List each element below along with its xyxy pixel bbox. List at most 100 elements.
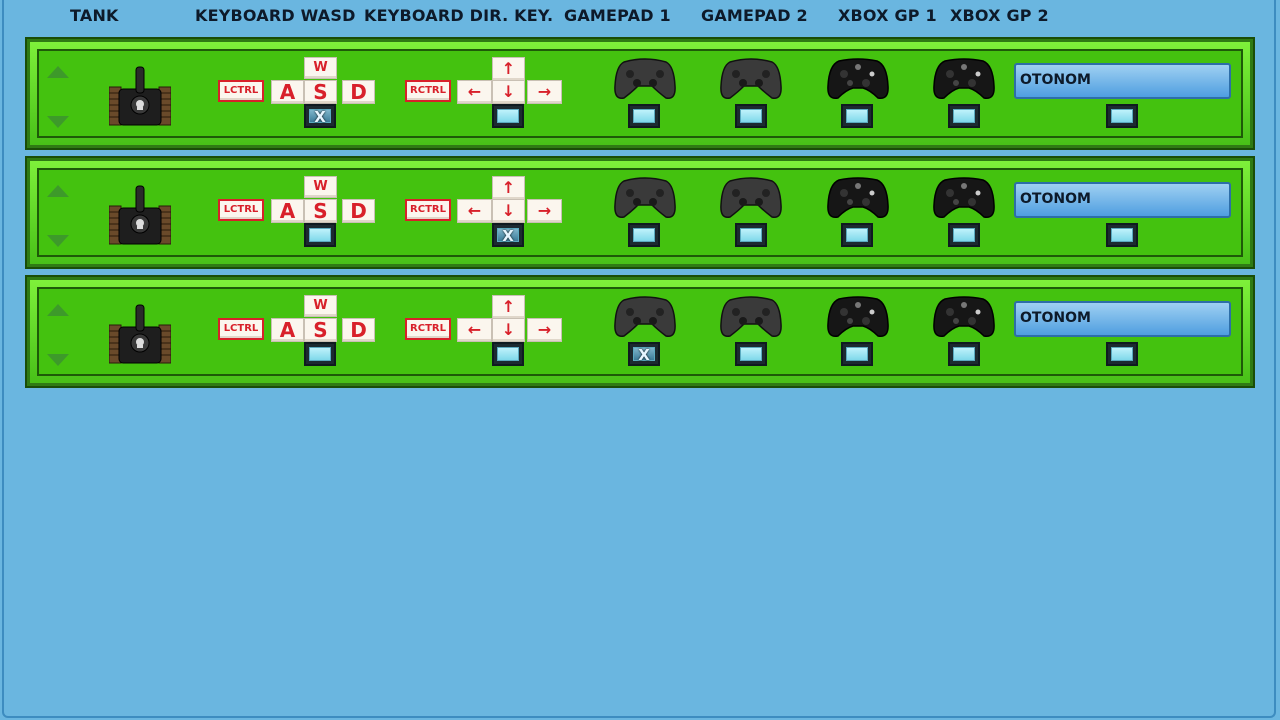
otonom-button[interactable]: OTONOM bbox=[1014, 301, 1231, 337]
gamepad-icon bbox=[720, 58, 782, 99]
triangle-down-icon[interactable] bbox=[47, 116, 69, 128]
checkbox-mark bbox=[1111, 228, 1133, 242]
checkbox-mark bbox=[953, 109, 975, 123]
checkbox-mark: X bbox=[497, 228, 519, 244]
gamepad-icon bbox=[720, 296, 782, 337]
checkbox-mark bbox=[309, 228, 331, 242]
checkbox-mark bbox=[1111, 347, 1133, 361]
w-key: W bbox=[304, 176, 337, 198]
player-row-2: LCTRL W A S D RCTRL ↑ ← ↓ → OTONOM X bbox=[25, 156, 1255, 269]
lctrl-key: LCTRL bbox=[218, 199, 264, 221]
down-arrow-key: ↓ bbox=[492, 318, 525, 342]
w-key: W bbox=[304, 295, 337, 317]
checkbox-mark bbox=[953, 228, 975, 242]
xbox-gp-2-checkbox[interactable] bbox=[948, 342, 980, 366]
gamepad-icon bbox=[614, 177, 676, 218]
wasd-checkbox[interactable]: X bbox=[304, 104, 336, 128]
xbox-controller-icon bbox=[827, 58, 889, 99]
tank-icon bbox=[109, 185, 171, 245]
header-keyboard-wasd: KEYBOARD WASD bbox=[195, 6, 356, 25]
w-key: W bbox=[304, 57, 337, 79]
triangle-up-icon[interactable] bbox=[47, 66, 69, 78]
checkbox-mark bbox=[846, 109, 868, 123]
player-row-1: LCTRL W A S D RCTRL ↑ ← ↓ → OTONOM X bbox=[25, 37, 1255, 150]
otonom-button[interactable]: OTONOM bbox=[1014, 182, 1231, 218]
a-key: A bbox=[271, 199, 304, 223]
left-arrow-key: ← bbox=[457, 80, 492, 104]
checkbox-mark bbox=[497, 347, 519, 361]
otonom-checkbox[interactable] bbox=[1106, 104, 1138, 128]
dir-keys-checkbox[interactable] bbox=[492, 342, 524, 366]
rctrl-key: RCTRL bbox=[405, 80, 451, 102]
down-arrow-key: ↓ bbox=[492, 80, 525, 104]
s-key: S bbox=[304, 318, 337, 342]
header-gamepad-2: GAMEPAD 2 bbox=[701, 6, 808, 25]
checkbox-mark bbox=[846, 228, 868, 242]
player-row-3: LCTRL W A S D RCTRL ↑ ← ↓ → OTONOM X bbox=[25, 275, 1255, 388]
xbox-gp-1-checkbox[interactable] bbox=[841, 342, 873, 366]
checkbox-mark bbox=[497, 109, 519, 123]
xbox-controller-icon bbox=[933, 58, 995, 99]
header-xbox-gp-1: XBOX GP 1 bbox=[838, 6, 937, 25]
checkbox-mark: X bbox=[309, 109, 331, 125]
checkbox-mark bbox=[953, 347, 975, 361]
wasd-checkbox[interactable] bbox=[304, 223, 336, 247]
gamepad-2-checkbox[interactable] bbox=[735, 223, 767, 247]
gamepad-1-checkbox[interactable]: X bbox=[628, 342, 660, 366]
triangle-up-icon[interactable] bbox=[47, 185, 69, 197]
d-key: D bbox=[342, 199, 375, 223]
tank-icon bbox=[109, 304, 171, 364]
dir-keys-checkbox[interactable]: X bbox=[492, 223, 524, 247]
gamepad-2-checkbox[interactable] bbox=[735, 104, 767, 128]
right-arrow-key: → bbox=[527, 80, 562, 104]
d-key: D bbox=[342, 318, 375, 342]
checkbox-mark bbox=[633, 109, 655, 123]
up-arrow-key: ↑ bbox=[492, 57, 525, 81]
rctrl-key: RCTRL bbox=[405, 318, 451, 340]
up-arrow-key: ↑ bbox=[492, 176, 525, 200]
checkbox-mark bbox=[1111, 109, 1133, 123]
triangle-up-icon[interactable] bbox=[47, 304, 69, 316]
checkbox-mark bbox=[846, 347, 868, 361]
gamepad-1-checkbox[interactable] bbox=[628, 104, 660, 128]
gamepad-icon bbox=[720, 177, 782, 218]
dir-keys-checkbox[interactable] bbox=[492, 104, 524, 128]
s-key: S bbox=[304, 199, 337, 223]
xbox-controller-icon bbox=[827, 296, 889, 337]
otonom-checkbox[interactable] bbox=[1106, 342, 1138, 366]
right-arrow-key: → bbox=[527, 199, 562, 223]
xbox-gp-2-checkbox[interactable] bbox=[948, 104, 980, 128]
triangle-down-icon[interactable] bbox=[47, 235, 69, 247]
otonom-label: OTONOM bbox=[1020, 191, 1091, 207]
checkbox-mark: X bbox=[633, 347, 655, 363]
gamepad-icon bbox=[614, 296, 676, 337]
header-tank: TANK bbox=[70, 6, 119, 25]
xbox-gp-1-checkbox[interactable] bbox=[841, 223, 873, 247]
header-keyboard-dir: KEYBOARD DIR. KEY. bbox=[364, 6, 554, 25]
otonom-button[interactable]: OTONOM bbox=[1014, 63, 1231, 99]
rctrl-key: RCTRL bbox=[405, 199, 451, 221]
right-arrow-key: → bbox=[527, 318, 562, 342]
triangle-down-icon[interactable] bbox=[47, 354, 69, 366]
xbox-gp-1-checkbox[interactable] bbox=[841, 104, 873, 128]
otonom-label: OTONOM bbox=[1020, 72, 1091, 88]
tank-icon bbox=[109, 66, 171, 126]
gamepad-2-checkbox[interactable] bbox=[735, 342, 767, 366]
xbox-controller-icon bbox=[933, 296, 995, 337]
xbox-gp-2-checkbox[interactable] bbox=[948, 223, 980, 247]
left-arrow-key: ← bbox=[457, 318, 492, 342]
d-key: D bbox=[342, 80, 375, 104]
checkbox-mark bbox=[309, 347, 331, 361]
gamepad-icon bbox=[614, 58, 676, 99]
xbox-controller-icon bbox=[933, 177, 995, 218]
otonom-checkbox[interactable] bbox=[1106, 223, 1138, 247]
otonom-label: OTONOM bbox=[1020, 310, 1091, 326]
checkbox-mark bbox=[740, 347, 762, 361]
s-key: S bbox=[304, 80, 337, 104]
xbox-controller-icon bbox=[827, 177, 889, 218]
wasd-checkbox[interactable] bbox=[304, 342, 336, 366]
checkbox-mark bbox=[740, 228, 762, 242]
a-key: A bbox=[271, 318, 304, 342]
lctrl-key: LCTRL bbox=[218, 80, 264, 102]
gamepad-1-checkbox[interactable] bbox=[628, 223, 660, 247]
